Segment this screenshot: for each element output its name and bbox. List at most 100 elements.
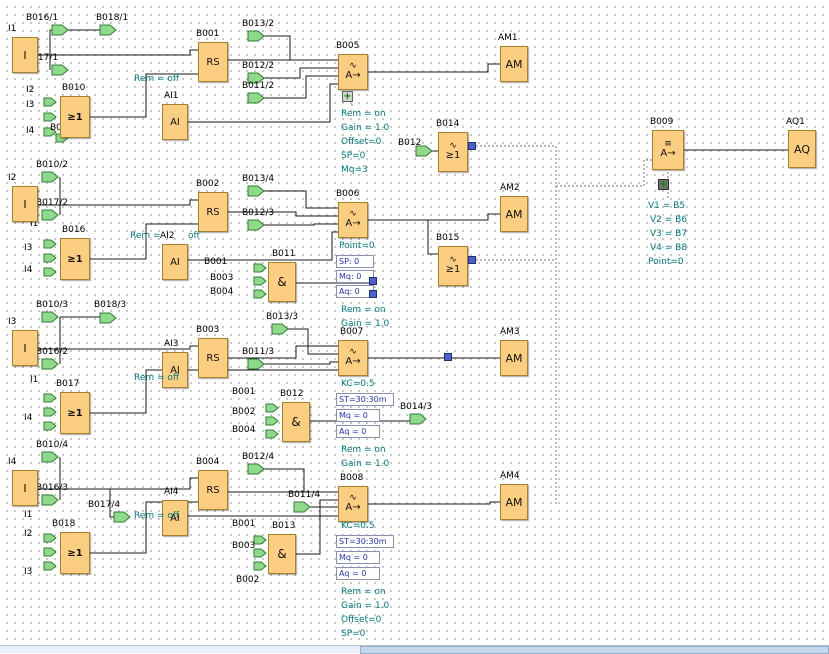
connector-label[interactable]: I2: [26, 85, 34, 95]
block-b010[interactable]: ≥1: [60, 96, 90, 138]
wire[interactable]: [368, 63, 500, 73]
block-b008[interactable]: ∿ A→: [338, 486, 368, 522]
block-b012[interactable]: &: [282, 402, 310, 442]
connector-label[interactable]: B001: [204, 257, 227, 267]
connector-label[interactable]: B017/4: [88, 500, 120, 510]
connector-label[interactable]: B004: [232, 425, 255, 435]
connector-label[interactable]: B013/4: [242, 174, 274, 184]
param-value-box[interactable]: Mq = 0: [336, 409, 380, 422]
wire[interactable]: [264, 468, 305, 492]
param-value-box[interactable]: ST=30:30m: [336, 535, 394, 548]
wire[interactable]: [188, 231, 338, 261]
connector-label[interactable]: I4: [24, 413, 32, 423]
connector-arrow-icon[interactable]: [41, 209, 59, 221]
connector-arrow-icon[interactable]: [41, 494, 59, 506]
wire[interactable]: [264, 190, 338, 209]
connector-arrow-icon[interactable]: [41, 171, 59, 183]
connector-label[interactable]: B001: [232, 519, 255, 529]
wire[interactable]: [264, 75, 338, 99]
block-b003[interactable]: RS: [198, 338, 228, 378]
connector-arrow-icon[interactable]: [253, 561, 267, 571]
block-b018[interactable]: ≥1: [60, 532, 90, 574]
block-b017[interactable]: ≥1: [60, 392, 90, 434]
connector-arrow-icon[interactable]: [43, 547, 57, 557]
connector-arrow-icon[interactable]: [51, 24, 69, 36]
connector-arrow-icon[interactable]: [43, 393, 57, 403]
connector-label[interactable]: B016/3: [36, 483, 68, 493]
expand-parameters-icon[interactable]: +: [658, 179, 669, 190]
connector-label[interactable]: B018/1: [96, 13, 128, 23]
connector-arrow-icon[interactable]: [113, 511, 131, 523]
connector-label[interactable]: I3: [24, 567, 32, 577]
connector-arrow-icon[interactable]: [247, 463, 265, 475]
connector-label[interactable]: B010/4: [36, 440, 68, 450]
block-ai2[interactable]: AI: [162, 244, 188, 280]
param-value-box[interactable]: ST=30:30m: [336, 393, 394, 406]
block-b016[interactable]: ≥1: [60, 238, 90, 280]
connector-label[interactable]: B003: [210, 273, 233, 283]
connector-arrow-icon[interactable]: [43, 112, 57, 122]
block-am1[interactable]: AM: [500, 46, 528, 82]
wire[interactable]: [264, 35, 291, 60]
connector-arrow-icon[interactable]: [253, 289, 267, 299]
connector-label[interactable]: I2: [24, 529, 32, 539]
connector-label[interactable]: B010/3: [36, 300, 68, 310]
connector-arrow-icon[interactable]: [43, 97, 57, 107]
connector-label[interactable]: B002: [236, 575, 259, 585]
connector-label[interactable]: B013/2: [242, 19, 274, 29]
wire[interactable]: [368, 213, 500, 221]
connector-arrow-icon[interactable]: [43, 421, 57, 431]
connector-arrow-icon[interactable]: [253, 263, 267, 273]
block-b007[interactable]: ∿ A→: [338, 340, 368, 376]
param-value-box[interactable]: Mq = 0: [336, 551, 380, 564]
wire[interactable]: [264, 361, 338, 365]
param-value-box[interactable]: SP: 0: [336, 255, 374, 268]
connector-arrow-icon[interactable]: [253, 276, 267, 286]
block-am2[interactable]: AM: [500, 196, 528, 232]
connector-arrow-icon[interactable]: [43, 407, 57, 417]
connector-label[interactable]: B003: [232, 541, 255, 551]
connector-label[interactable]: B002: [232, 407, 255, 417]
connector-arrow-icon[interactable]: [41, 358, 59, 370]
connector-arrow-icon[interactable]: [43, 239, 57, 249]
connector-arrow-icon[interactable]: [43, 253, 57, 263]
block-b015[interactable]: ∿ ≥1: [438, 246, 468, 286]
connector-label[interactable]: I1: [24, 510, 32, 520]
block-am3[interactable]: AM: [500, 340, 528, 376]
wire[interactable]: [368, 501, 500, 505]
connector-label[interactable]: I3: [26, 100, 34, 110]
param-value-box[interactable]: Aq = 0: [336, 425, 380, 438]
connector-arrow-icon[interactable]: [409, 413, 427, 425]
connector-arrow-icon[interactable]: [43, 533, 57, 543]
connector-arrow-icon[interactable]: [271, 323, 289, 335]
block-b009[interactable]: ≡ A→: [652, 130, 684, 170]
connector-arrow-icon[interactable]: [247, 185, 265, 197]
connector-label[interactable]: B011/2: [242, 81, 274, 91]
wire-dotted[interactable]: [556, 159, 652, 187]
block-b005[interactable]: ∿ A→: [338, 54, 368, 90]
connector-arrow-icon[interactable]: [265, 403, 279, 413]
block-b013[interactable]: &: [268, 534, 296, 574]
block-i3[interactable]: I: [12, 330, 38, 366]
block-b004[interactable]: RS: [198, 470, 228, 510]
connector-arrow-icon[interactable]: [41, 451, 59, 463]
block-b001[interactable]: RS: [198, 42, 228, 82]
connector-label[interactable]: B014/3: [400, 402, 432, 412]
connector-label[interactable]: B016/1: [26, 13, 58, 23]
block-ai1[interactable]: AI: [162, 104, 188, 140]
param-value-box[interactable]: Aq = 0: [336, 567, 380, 580]
connector-arrow-icon[interactable]: [265, 429, 279, 439]
connector-label[interactable]: B001: [232, 387, 255, 397]
connector-arrow-icon[interactable]: [41, 311, 59, 323]
connector-label[interactable]: I3: [24, 243, 32, 253]
connector-arrow-icon[interactable]: [253, 548, 267, 558]
connector-label[interactable]: B011/4: [288, 490, 320, 500]
block-b014[interactable]: ∿ ≥1: [438, 132, 468, 172]
connector-arrow-icon[interactable]: [247, 358, 265, 370]
block-i2[interactable]: I: [12, 186, 38, 222]
connector-label[interactable]: B013/3: [266, 312, 298, 322]
connector-label[interactable]: B012/2: [242, 61, 274, 71]
block-b002[interactable]: RS: [198, 192, 228, 232]
connector-label[interactable]: I1: [30, 375, 38, 385]
block-aq1[interactable]: AQ: [788, 130, 816, 168]
